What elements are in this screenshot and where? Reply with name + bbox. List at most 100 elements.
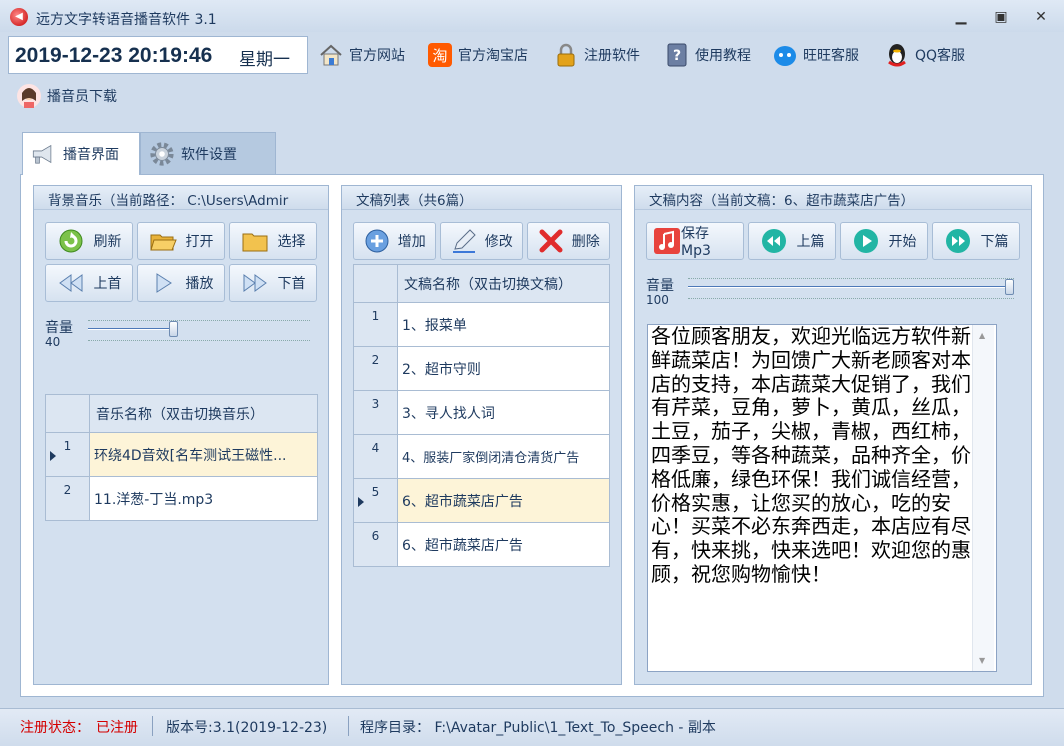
play-circle-icon — [852, 227, 880, 255]
nav-label: QQ客服 — [915, 48, 966, 64]
next-track-button[interactable]: 下首 — [229, 264, 317, 302]
row-number: 1 — [353, 302, 398, 347]
row-number: 1 — [45, 432, 90, 477]
nav-label: 播音员下载 — [47, 89, 117, 105]
nav-label: 旺旺客服 — [803, 48, 859, 64]
nav-wangwang[interactable]: 旺旺客服 — [772, 40, 859, 70]
refresh-button[interactable]: 刷新 — [45, 222, 133, 260]
script-name: 1、报菜单 — [397, 302, 610, 347]
button-label: 删除 — [571, 234, 600, 250]
fast-forward-icon — [241, 269, 269, 297]
next-script-button[interactable]: 下篇 — [932, 222, 1020, 260]
gear-icon — [149, 141, 175, 167]
table-row[interactable]: 2 11.洋葱-丁当.mp3 — [45, 476, 318, 521]
music-note-icon — [653, 227, 681, 255]
script-name: 2、超市守则 — [397, 346, 610, 391]
table-row[interactable]: 1 环绕4D音效[名车测试王磁性... — [45, 432, 318, 477]
save-mp3-button[interactable]: 保存Mp3 — [646, 222, 744, 260]
button-label: 下首 — [277, 276, 306, 292]
scroll-up-icon[interactable]: ▲ — [979, 331, 985, 340]
scroll-down-icon[interactable]: ▼ — [979, 656, 985, 665]
script-name: 3、寻人找人词 — [397, 390, 610, 435]
announcer-avatar-icon — [16, 83, 42, 109]
volume-label: 音量 — [45, 320, 73, 336]
clock-display: 2019-12-23 20:19:46 星期一 — [8, 36, 308, 74]
table-row[interactable]: 1 1、报菜单 — [353, 302, 610, 347]
add-button[interactable]: 增加 — [353, 222, 436, 260]
slider-thumb[interactable] — [1005, 279, 1014, 295]
table-header: 文稿名称（双击切换文稿） — [397, 264, 610, 303]
nav-qq[interactable]: QQ客服 — [884, 40, 965, 70]
delete-button[interactable]: 删除 — [527, 222, 610, 260]
table-row[interactable]: 5 6、超市蔬菜店广告 — [353, 478, 610, 523]
refresh-icon — [57, 227, 85, 255]
script-name: 4、服装厂家倒闭清仓清货广告 — [397, 434, 610, 479]
current-row-arrow-icon — [358, 497, 364, 507]
nav-announcer-download[interactable]: 播音员下载 — [16, 81, 117, 111]
table-row[interactable]: 4 4、服装厂家倒闭清仓清货广告 — [353, 434, 610, 479]
row-number: 6 — [353, 522, 398, 567]
button-label: 刷新 — [93, 234, 122, 250]
tab-label: 软件设置 — [181, 146, 237, 163]
broadcast-page: 背景音乐（当前路径： C:\Users\Admir 刷新 打开 选择 上首 播放… — [20, 174, 1044, 697]
taobao-icon: 淘 — [427, 42, 453, 68]
volume-label: 音量 — [646, 278, 674, 294]
registration-status: 已注册 — [96, 720, 138, 736]
script-content-panel: 文稿内容（当前文稿：6、超市蔬菜店广告） 保存Mp3 上篇 开始 下篇 音量 1… — [634, 185, 1032, 685]
open-button[interactable]: 打开 — [137, 222, 225, 260]
background-music-panel: 背景音乐（当前路径： C:\Users\Admir 刷新 打开 选择 上首 播放… — [33, 185, 329, 685]
row-number: 3 — [353, 390, 398, 435]
script-table: 文稿名称（双击切换文稿） 1 1、报菜单 2 2、超市守则 3 3、寻人找人词 4 4、… — [353, 264, 610, 567]
minimize-button[interactable]: ▁ — [948, 7, 974, 27]
previous-circle-icon — [760, 227, 788, 255]
date-time: 2019-12-23 20:19:46 — [15, 44, 213, 67]
nav-tutorial[interactable]: ? 使用教程 — [664, 40, 751, 70]
table-row[interactable]: 3 3、寻人找人词 — [353, 390, 610, 435]
window-title: 远方文字转语音播音软件 3.1 — [36, 12, 217, 28]
play-button[interactable]: 播放 — [137, 264, 225, 302]
table-row[interactable]: 2 2、超市守则 — [353, 346, 610, 391]
vertical-scrollbar[interactable]: ▲ ▼ — [972, 325, 994, 671]
delete-x-icon — [537, 227, 565, 255]
select-button[interactable]: 选择 — [229, 222, 317, 260]
tab-broadcast[interactable]: 播音界面 — [22, 132, 140, 175]
edit-button[interactable]: 修改 — [440, 222, 523, 260]
title-bar: ◀ 远方文字转语音播音软件 3.1 ▁ ▣ ✕ — [0, 0, 1064, 32]
row-number: 2 — [45, 476, 90, 521]
status-divider — [348, 716, 349, 736]
slider-thumb[interactable] — [169, 321, 178, 337]
button-label: 修改 — [484, 234, 513, 250]
nav-label: 注册软件 — [584, 48, 640, 64]
play-icon — [149, 269, 177, 297]
help-book-icon: ? — [664, 42, 690, 68]
start-button[interactable]: 开始 — [840, 222, 928, 260]
version-info: 版本号:3.1(2019-12-23) — [166, 720, 328, 736]
svg-text:?: ? — [673, 48, 681, 64]
maximize-button[interactable]: ▣ — [988, 7, 1014, 27]
volume-value: 40 — [45, 335, 61, 349]
close-button[interactable]: ✕ — [1028, 7, 1054, 27]
nav-register[interactable]: 注册软件 — [553, 40, 640, 70]
row-number: 4 — [353, 434, 398, 479]
nav-official-site[interactable]: 官方网站 — [318, 40, 405, 70]
previous-track-button[interactable]: 上首 — [45, 264, 133, 302]
tab-settings[interactable]: 软件设置 — [140, 132, 276, 174]
program-directory: 程序目录： F:\Avatar_Public\1_Text_To_Speech … — [360, 720, 716, 736]
table-row[interactable]: 6 6、超市蔬菜店广告 — [353, 522, 610, 567]
slider-fill — [88, 328, 174, 330]
panel-title: 文稿列表（共6篇） — [342, 186, 621, 210]
status-divider — [152, 716, 153, 736]
home-icon — [318, 42, 344, 68]
previous-script-button[interactable]: 上篇 — [748, 222, 836, 260]
plus-icon — [363, 227, 391, 255]
nav-taobao-store[interactable]: 淘 官方淘宝店 — [427, 40, 528, 70]
weekday: 星期一 — [239, 50, 290, 70]
music-name: 环绕4D音效[名车测试王磁性... — [89, 432, 318, 477]
panel-title: 背景音乐（当前路径： C:\Users\Admir — [34, 186, 328, 210]
button-label: 打开 — [185, 234, 214, 250]
script-text-area[interactable]: 各位顾客朋友，欢迎光临远方软件新鲜蔬菜店！为回馈广大新老顾客对本店的支持，本店蔬… — [647, 324, 997, 672]
svg-text:淘: 淘 — [432, 47, 447, 65]
script-name: 6、超市蔬菜店广告 — [397, 478, 610, 523]
script-list-panel: 文稿列表（共6篇） 增加 修改 删除 文稿名称（双击切换文稿） 1 1、报菜单 2… — [341, 185, 622, 685]
table-header: 音乐名称（双击切换音乐） — [89, 394, 318, 433]
